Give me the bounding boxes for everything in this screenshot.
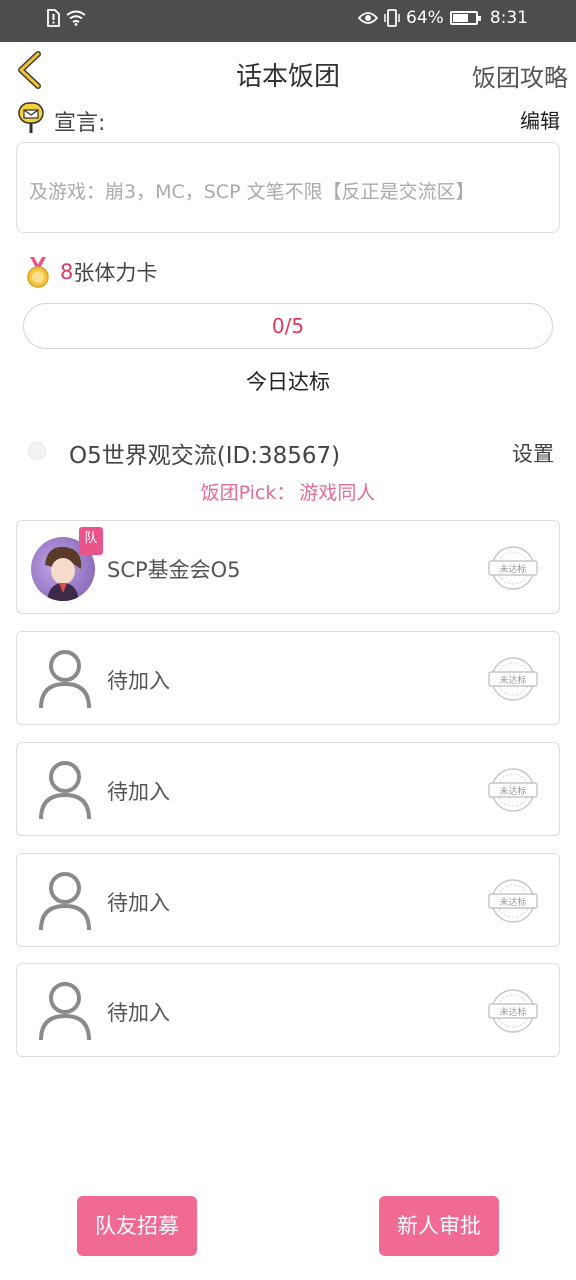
approve-button[interactable]: 新人审批 bbox=[379, 1196, 499, 1256]
stamp-text: 未达标 bbox=[499, 785, 526, 797]
stamp-text: 未达标 bbox=[499, 674, 526, 686]
group-avatar[interactable] bbox=[28, 442, 46, 460]
member-card[interactable]: 待加入 未达标 bbox=[16, 631, 560, 725]
stamina-row: 8 张体力卡 bbox=[26, 256, 157, 288]
not-met-stamp: 未达标 bbox=[487, 988, 539, 1034]
stamina-count: 8 bbox=[60, 260, 74, 284]
settings-button[interactable]: 设置 bbox=[512, 438, 554, 468]
daily-progress-bar: 0/5 bbox=[23, 303, 553, 349]
person-placeholder-icon bbox=[39, 650, 91, 709]
eye-icon bbox=[358, 12, 379, 24]
group-row: O5世界观交流(ID:38567) 设置 bbox=[22, 432, 554, 472]
declaration-box: 及游戏：崩3，MC，SCP 文笔不限【反正是交流区】 bbox=[16, 142, 560, 233]
pick-value: 游戏同人 bbox=[299, 482, 376, 504]
person-placeholder-icon bbox=[39, 761, 91, 820]
recruit-button[interactable]: 队友招募 bbox=[77, 1196, 197, 1256]
sim-alert-icon bbox=[47, 9, 60, 27]
stamina-label: 张体力卡 bbox=[73, 261, 158, 285]
not-met-stamp: 未达标 bbox=[487, 767, 539, 813]
stamp-text: 未达标 bbox=[499, 896, 526, 908]
not-met-stamp: 未达标 bbox=[487, 656, 539, 702]
person-placeholder-icon bbox=[39, 872, 91, 931]
person-placeholder-icon bbox=[39, 982, 91, 1041]
group-pick: 饭团Pick： 游戏同人 bbox=[0, 478, 576, 505]
member-card[interactable]: 待加入 未达标 bbox=[16, 853, 560, 947]
mailbox-icon bbox=[18, 102, 44, 133]
battery-percent: 64% bbox=[406, 8, 444, 28]
clock: 8:31 bbox=[489, 8, 528, 28]
stamp-text: 未达标 bbox=[499, 1006, 526, 1018]
guide-link[interactable]: 饭团攻略 bbox=[472, 58, 568, 93]
battery-icon bbox=[449, 11, 481, 25]
wifi-icon bbox=[66, 10, 86, 26]
member-name: 待加入 bbox=[107, 780, 170, 804]
member-name: 待加入 bbox=[107, 669, 170, 693]
edit-button[interactable]: 编辑 bbox=[520, 105, 560, 134]
member-name: 待加入 bbox=[107, 891, 170, 915]
leader-badge: 队 bbox=[79, 527, 103, 555]
status-bar: 64% 8:31 bbox=[0, 0, 576, 42]
not-met-stamp: 未达标 bbox=[487, 878, 539, 924]
stamp-text: 未达标 bbox=[499, 563, 526, 575]
header: 话本饭团 饭团攻略 bbox=[0, 42, 576, 104]
declaration-label: 宣言: bbox=[54, 111, 106, 136]
vibrate-icon bbox=[384, 9, 400, 27]
member-name: SCP基金会O5 bbox=[107, 558, 241, 582]
member-name: 待加入 bbox=[107, 1001, 170, 1025]
daily-label: 今日达标 bbox=[246, 370, 330, 394]
group-name: O5世界观交流(ID:38567) bbox=[69, 443, 341, 469]
medal-icon bbox=[27, 257, 49, 288]
member-card[interactable]: 队 SCP基金会O5 未达标 bbox=[16, 520, 560, 614]
member-card[interactable]: 待加入 未达标 bbox=[16, 963, 560, 1057]
not-met-stamp: 未达标 bbox=[487, 545, 539, 591]
pick-label: 饭团Pick： bbox=[200, 482, 296, 504]
progress-text: 0/5 bbox=[271, 314, 305, 338]
member-card[interactable]: 待加入 未达标 bbox=[16, 742, 560, 836]
declaration-row: 宣言: 编辑 bbox=[16, 102, 560, 136]
declaration-text: 及游戏：崩3，MC，SCP 文笔不限【反正是交流区】 bbox=[29, 181, 475, 203]
